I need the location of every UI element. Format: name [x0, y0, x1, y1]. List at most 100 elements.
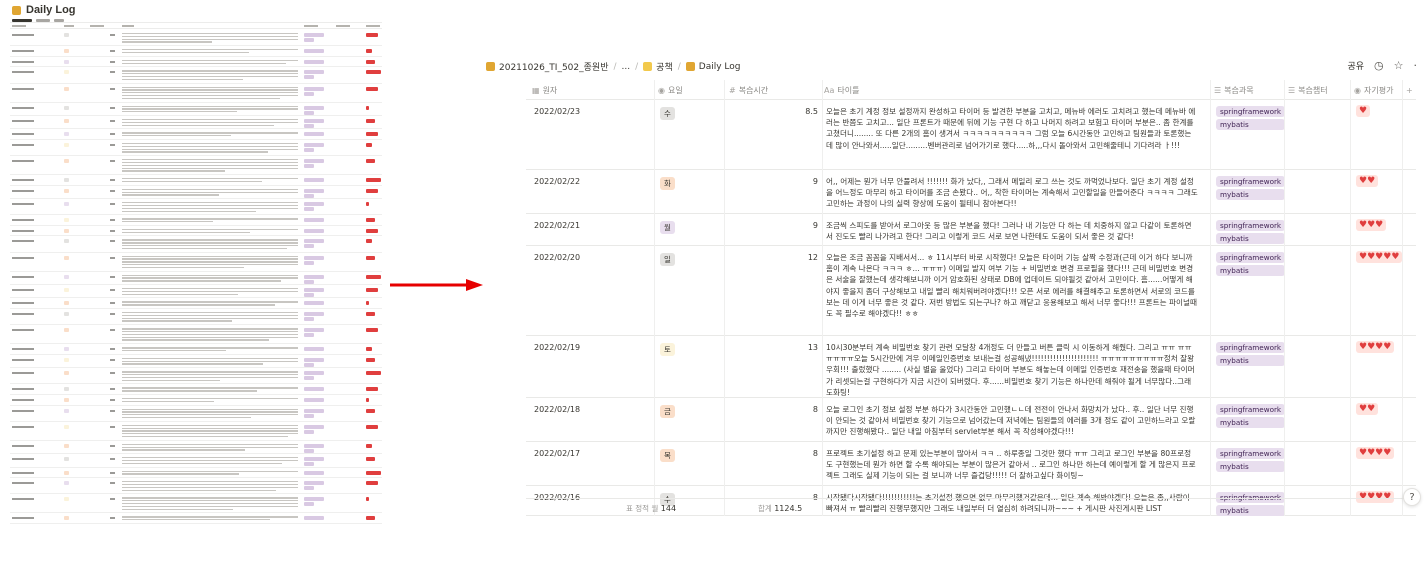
eval-cell[interactable]: ♥ [1356, 105, 1371, 117]
table-row[interactable]: 2022/02/22 화 9 어,, 어제는 뭔가 너무 안풀려서 !!!!!!! 화… [526, 170, 1416, 214]
overview-row [10, 355, 382, 369]
date-cell[interactable]: 2022/02/18 [534, 405, 580, 414]
overview-row [10, 67, 382, 84]
day-badge[interactable]: 일 [660, 253, 675, 266]
subject-cell[interactable]: springframework mybatis [1216, 404, 1286, 428]
subject-tag: springframework [1216, 342, 1286, 353]
table-row[interactable]: 2022/02/17 목 8 프로젝트 초기설정 하고 문제 있는부분이 많아서 ㅋㅋ… [526, 442, 1416, 486]
day-badge[interactable]: 목 [660, 449, 675, 462]
day-badge[interactable]: 금 [660, 405, 675, 418]
title-cell[interactable]: 오늘 로그인 초기 정보 설정 부분 하다가 3시간동안 고민했ㄴㄴ데 전전이 … [826, 404, 1198, 440]
title-cell[interactable]: 조금씩 스피도를 받아서 로그아웃 등 많은 부분을 했다! 그러나 내 기능만… [826, 220, 1198, 244]
star-icon[interactable]: ☆ [1394, 59, 1404, 72]
title-cell[interactable]: 10시30분부터 계속 비밀번호 찾기 관련 모달창 4개정도 더 만들고 버튼… [826, 342, 1198, 396]
eval-badge: ♥ ♥ [1356, 175, 1379, 187]
overview-row [10, 84, 382, 103]
date-cell[interactable]: 2022/02/23 [534, 107, 580, 116]
heart-icon: ♥ [1375, 220, 1384, 230]
heart-icon: ♥ [1375, 448, 1384, 458]
date-cell[interactable]: 2022/02/22 [534, 177, 580, 186]
overview-row [10, 406, 382, 422]
day-badge[interactable]: 월 [660, 221, 675, 234]
breadcrumb-item-ellipsis[interactable]: ... [622, 62, 631, 72]
footer-unique-count[interactable]: 표 정적 월 144 [626, 503, 676, 514]
day-badge[interactable]: 화 [660, 177, 675, 190]
column-header-title[interactable]: Aa 타이틀 [824, 80, 859, 100]
hours-cell[interactable]: 13 [766, 343, 818, 352]
subject-cell[interactable]: springframework mybatis [1216, 220, 1286, 244]
heart-icon: ♥ [1359, 404, 1368, 414]
title-cell[interactable]: 어,, 어제는 뭔가 너무 안풀려서 !!!!!!! 화가 났다,, 그래서 메… [826, 176, 1198, 212]
eval-cell[interactable]: ♥ ♥ [1356, 175, 1379, 187]
overview-row [10, 103, 382, 116]
column-header-subject[interactable]: ☰ 복습과목 [1214, 80, 1254, 100]
title-cell[interactable]: 오늘은 초기 계정 정보 설정까지 완성하고 타이머 등 발견한 부분을 고치고… [826, 106, 1198, 168]
table-row[interactable]: 2022/02/20 일 12 오늘은 조금 꼼꼼을 지배서서... ㅎ 11시부터 … [526, 246, 1416, 336]
column-header-date[interactable]: ▦ 원자 [532, 80, 557, 100]
table-row[interactable]: 2022/02/21 월 9 조금씩 스피도를 받아서 로그아웃 등 많은 부분을 했… [526, 214, 1416, 246]
overview-row [10, 140, 382, 157]
eval-badge: ♥ ♥ ♥ [1356, 219, 1387, 231]
heart-icon: ♥ [1359, 176, 1368, 186]
eval-cell[interactable]: ♥ ♥ ♥ [1356, 219, 1387, 231]
share-button[interactable]: 공유 [1347, 59, 1364, 72]
select-icon: ◉ [1354, 85, 1361, 95]
breadcrumb-item-notebook[interactable]: 공책 [656, 60, 673, 73]
column-header-hours[interactable]: # 복습시간 [729, 80, 768, 100]
hours-cell[interactable]: 9 [766, 177, 818, 186]
select-icon: ◉ [658, 85, 665, 95]
date-cell[interactable]: 2022/02/20 [534, 253, 580, 262]
heart-icon: ♥ [1367, 448, 1376, 458]
overview-row [10, 441, 382, 455]
column-divider [1350, 80, 1351, 516]
clock-icon[interactable]: ◷ [1374, 59, 1384, 72]
title-cell[interactable]: 프로젝트 초기설정 하고 문제 있는부분이 많아서 ㅋㅋ .. 하루종일 그것만… [826, 448, 1198, 484]
hours-cell[interactable]: 12 [766, 253, 818, 262]
add-column-button[interactable]: + [1406, 80, 1413, 100]
calendar-icon [12, 5, 21, 15]
eval-badge: ♥ ♥ ♥ ♥ [1356, 341, 1395, 353]
eval-cell[interactable]: ♥ ♥ ♥ ♥ [1356, 341, 1395, 353]
subject-cell[interactable]: springframework mybatis [1216, 448, 1286, 472]
column-header-eval[interactable]: ◉ 자기평가 [1354, 80, 1393, 100]
table-row[interactable]: 2022/02/18 금 8 오늘 로그인 초기 정보 설정 부분 하다가 3시간동안… [526, 398, 1416, 442]
overview-row [10, 236, 382, 253]
title-cell[interactable]: 오늘은 조금 꼼꼼을 지배서서... ㅎ 11시부터 바로 시작했다! 오늘은 … [826, 252, 1198, 334]
column-header-chapter[interactable]: ☰ 복습챕터 [1288, 80, 1328, 100]
subject-cell[interactable]: springframework mybatis [1216, 176, 1286, 200]
overview-row [10, 186, 382, 200]
subject-tag: mybatis [1216, 417, 1286, 428]
day-badge[interactable]: 토 [660, 343, 675, 356]
breadcrumb: 20211026_TI_502_종원반 / ... / 공책 / Daily L… [486, 60, 741, 73]
eval-cell[interactable]: ♥ ♥ ♥ ♥ [1356, 447, 1395, 459]
overview-row [10, 215, 382, 226]
eval-cell[interactable]: ♥ ♥ [1356, 403, 1379, 415]
date-cell[interactable]: 2022/02/21 [534, 221, 580, 230]
subject-cell[interactable]: springframework mybatis [1216, 106, 1286, 130]
list-icon: ☰ [1288, 85, 1296, 95]
table-row[interactable]: 2022/02/23 수 8.5 오늘은 초기 계정 정보 설정까지 완성하고 타이머… [526, 100, 1416, 170]
hours-cell[interactable]: 8.5 [766, 107, 818, 116]
eval-cell[interactable]: ♥ ♥ ♥ ♥ ♥ [1356, 251, 1403, 263]
hours-cell[interactable]: 8 [766, 405, 818, 414]
day-badge[interactable]: 수 [660, 107, 675, 120]
overview-row [10, 454, 382, 468]
breadcrumb-item-workspace[interactable]: 20211026_TI_502_종원반 [499, 60, 608, 73]
footer-sum[interactable]: 합계 1124.5 [758, 503, 802, 514]
table-footer: 표 정적 월 144 합계 1124.5 [526, 498, 1416, 514]
subject-cell[interactable]: springframework mybatis [1216, 342, 1286, 366]
subject-tag: springframework [1216, 220, 1286, 231]
hours-cell[interactable]: 8 [766, 449, 818, 458]
heart-icon: ♥ [1383, 342, 1392, 352]
date-cell[interactable]: 2022/02/19 [534, 343, 580, 352]
help-button[interactable]: ? [1403, 488, 1421, 506]
more-button[interactable]: · [1414, 59, 1418, 72]
date-cell[interactable]: 2022/02/17 [534, 449, 580, 458]
overview-row [10, 129, 382, 140]
hours-cell[interactable]: 9 [766, 221, 818, 230]
table-row[interactable]: 2022/02/19 토 13 10시30분부터 계속 비밀번호 찾기 관련 모달창 … [526, 336, 1416, 398]
column-header-day[interactable]: ◉ 요일 [658, 80, 683, 100]
heart-icon: ♥ [1367, 176, 1376, 186]
breadcrumb-item-daily-log[interactable]: Daily Log [699, 62, 741, 72]
subject-cell[interactable]: springframework mybatis [1216, 252, 1286, 276]
